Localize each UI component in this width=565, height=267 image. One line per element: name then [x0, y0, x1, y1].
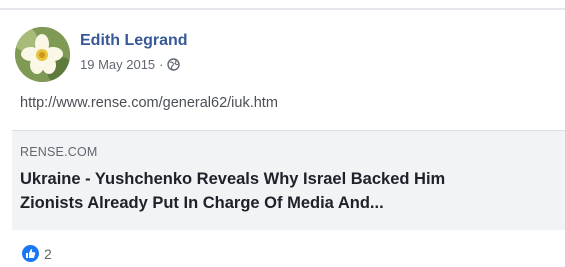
post-link[interactable]: http://www.rense.com/general62/iuk.htm — [20, 95, 278, 111]
link-preview-card[interactable]: RENSE.COM Ukraine - Yushchenko Reveals W… — [12, 130, 565, 230]
post-meta: 19 May 2015 · — [80, 57, 180, 72]
like-count[interactable]: 2 — [44, 246, 52, 262]
reactions-summary[interactable]: 2 — [22, 245, 52, 262]
meta-separator: · — [159, 57, 164, 72]
globe-icon[interactable] — [166, 58, 180, 71]
preview-domain: RENSE.COM — [20, 145, 98, 159]
avatar[interactable] — [15, 27, 70, 82]
preview-title[interactable]: Ukraine - Yushchenko Reveals Why Israel … — [20, 167, 560, 215]
post-date[interactable]: 19 May 2015 — [80, 57, 155, 72]
preview-title-line-2: Zionists Already Put In Charge Of Media … — [20, 194, 384, 212]
author-name[interactable]: Edith Legrand — [80, 32, 188, 50]
preview-title-line-1: Ukraine - Yushchenko Reveals Why Israel … — [20, 170, 446, 188]
top-divider — [0, 8, 565, 10]
like-icon — [22, 245, 39, 262]
